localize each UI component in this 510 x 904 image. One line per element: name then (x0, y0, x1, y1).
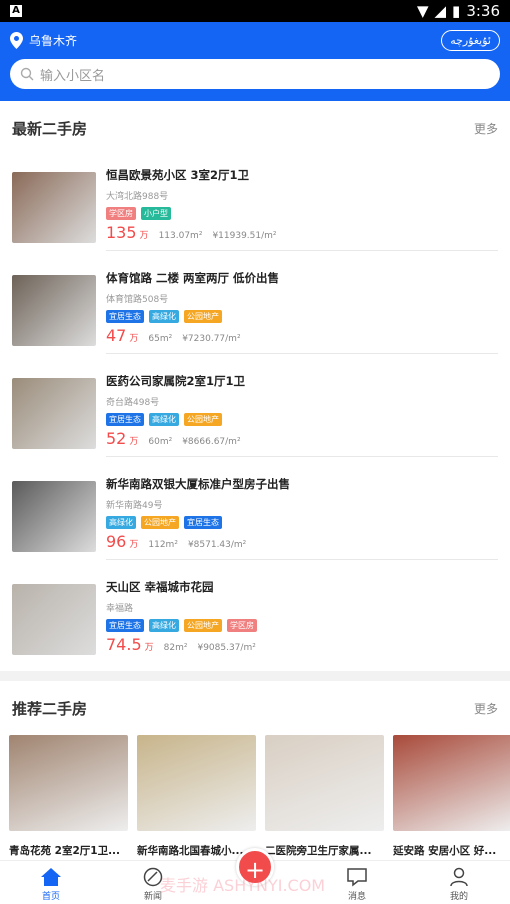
tag-badge: 公园地产 (184, 618, 222, 632)
unit-price: ¥8571.43/m² (187, 539, 247, 550)
more-link[interactable]: 更多 (474, 120, 498, 137)
tag-badge: 公园地产 (184, 412, 222, 426)
tab-mine[interactable]: 我的 (424, 867, 494, 902)
watermark: 麦手游 ASHYNYI.COM (160, 876, 326, 895)
price: 74.5 万 (106, 634, 154, 654)
section-title: 最新二手房 (12, 120, 88, 138)
latest-section: 最新二手房 更多 恒昌欧景苑小区 3室2厅1卫 大湾北路988号 学区房 小户型 … (0, 101, 510, 671)
house-image (265, 735, 384, 831)
listing-title: 恒昌欧景苑小区 3室2厅1卫 (106, 167, 250, 182)
tag-badge: 高绿化 (149, 618, 179, 632)
section-title: 推荐二手房 (12, 699, 88, 718)
house-image (12, 378, 96, 449)
tag-badge: 高绿化 (149, 412, 179, 426)
house-image (137, 735, 256, 831)
list-item[interactable]: 新华南路双银大厦标准户型房子出售 新华南路49号 高绿化 公园地产 宜居生态 96 万… (0, 465, 510, 568)
price: 52 万 (106, 428, 139, 448)
unit-price: ¥9085.37/m² (197, 642, 256, 653)
user-icon (450, 867, 468, 887)
listing-address: 体育馆路508号 (106, 294, 169, 305)
tag-badge: 公园地产 (184, 309, 222, 323)
tab-label: 首页 (41, 892, 60, 902)
tag-badge: 小户型 (141, 206, 171, 220)
house-image (12, 172, 96, 243)
battery-icon: ▮ (452, 2, 461, 20)
house-image (12, 584, 96, 655)
tab-label: 我的 (449, 892, 468, 902)
language-button[interactable]: ئۇيغۇرچە (441, 29, 500, 51)
listing-title: 新华南路双银大厦标准户型房子出售 (106, 476, 290, 491)
card-title: 延安路 安居小区 好... (393, 845, 497, 857)
price: 135 万 (106, 222, 149, 242)
location-pin-icon (10, 31, 23, 49)
listing-address: 幸福路 (106, 603, 134, 614)
city-selector[interactable]: 乌鲁木齐 (10, 31, 78, 49)
house-image (9, 735, 128, 831)
city-name: 乌鲁木齐 (29, 33, 78, 48)
listing-address: 奇台路498号 (106, 397, 160, 408)
tag-badge: 高绿化 (149, 309, 179, 323)
wifi-icon: ▼ (416, 2, 429, 20)
list-item[interactable]: 体育馆路 二楼 两室两厅 低价出售 体育馆路508号 宜居生态 高绿化 公园地产 4… (0, 259, 510, 362)
listing-address: 大湾北路988号 (106, 191, 169, 202)
listing-title: 体育馆路 二楼 两室两厅 低价出售 (106, 270, 280, 285)
unit-price: ¥8666.67/m² (182, 436, 241, 447)
house-image (393, 735, 510, 831)
tab-messages[interactable]: 消息 (322, 867, 392, 902)
unit-price: ¥11939.51/m² (212, 230, 277, 241)
status-bar: A ▼ ◢ ▮ 3:36 (0, 0, 510, 22)
tag-badge: 学区房 (227, 618, 257, 632)
tab-home[interactable]: 首页 (16, 867, 86, 902)
list-item[interactable]: 恒昌欧景苑小区 3室2厅1卫 大湾北路988号 学区房 小户型 135 万 113.… (0, 156, 510, 259)
header: 乌鲁木齐 ئۇيغۇرچە 输入小区名 (0, 22, 510, 101)
search-icon (20, 67, 34, 81)
signal-icon: ◢ (434, 2, 447, 20)
list-item[interactable]: 天山区 幸福城市花园 幸福路 宜居生态 高绿化 公园地产 学区房 74.5 万 82m²… (0, 568, 510, 671)
area: 65m² (148, 333, 173, 344)
area: 82m² (163, 642, 188, 653)
app-badge-icon: A (10, 5, 22, 17)
tag-badge: 高绿化 (106, 515, 136, 529)
listing-title: 天山区 幸福城市花园 (106, 579, 214, 594)
listing-title: 医药公司家属院2室1厅1卫 (106, 373, 246, 388)
tag-badge: 宜居生态 (106, 618, 144, 632)
search-input[interactable]: 输入小区名 (10, 59, 500, 89)
tab-label: 消息 (347, 892, 366, 902)
tag-badge: 宜居生态 (106, 309, 144, 323)
home-icon (41, 868, 61, 886)
house-image (12, 481, 96, 552)
area: 113.07m² (158, 230, 203, 241)
message-icon (347, 868, 367, 887)
unit-price: ¥7230.77/m² (182, 333, 241, 344)
area: 112m² (148, 539, 178, 550)
card-title: 青岛花苑 2室2厅1卫... (9, 845, 121, 857)
price: 47 万 (106, 325, 139, 345)
search-placeholder: 输入小区名 (40, 68, 106, 84)
more-link[interactable]: 更多 (474, 700, 498, 717)
price: 96 万 (106, 531, 139, 551)
area: 60m² (148, 436, 173, 447)
tag-badge: 公园地产 (141, 515, 179, 529)
house-image (12, 275, 96, 346)
clock: 3:36 (466, 2, 500, 20)
listing-address: 新华南路49号 (106, 500, 163, 511)
tag-badge: 宜居生态 (106, 412, 144, 426)
card-title: 二医院旁卫生厅家属... (265, 845, 372, 857)
tag-badge: 宜居生态 (184, 515, 222, 529)
tag-badge: 学区房 (106, 206, 136, 220)
list-item[interactable]: 医药公司家属院2室1厅1卫 奇台路498号 宜居生态 高绿化 公园地产 52 万 60… (0, 362, 510, 465)
